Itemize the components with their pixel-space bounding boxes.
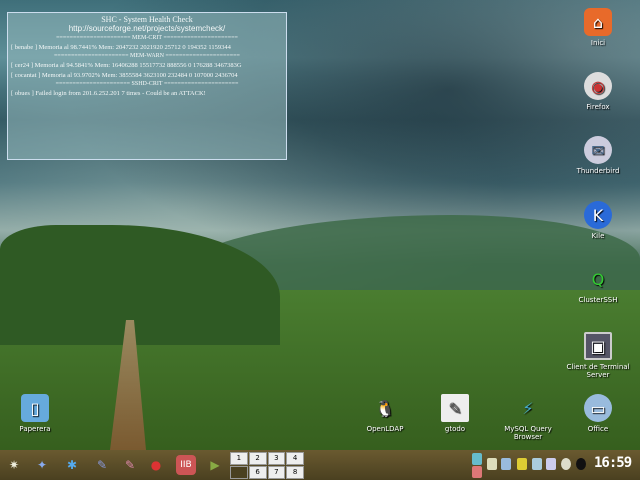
launcher-icon[interactable]: ✱ xyxy=(62,455,82,475)
launcher-icon[interactable]: ✦ xyxy=(32,455,52,475)
icon-label: Thunderbird xyxy=(576,167,620,175)
icon-label: gtodo xyxy=(444,425,466,433)
tray-icon[interactable] xyxy=(472,453,482,465)
launcher-icon[interactable]: IIB xyxy=(176,455,196,475)
tray-icon[interactable] xyxy=(501,458,511,470)
desktop-icon-clusterssh[interactable]: Q ClusterSSH xyxy=(563,265,633,305)
pager-desktop-3[interactable]: 3 xyxy=(267,452,286,465)
kmenu-icon[interactable]: ✷ xyxy=(4,455,24,475)
icon-label: Firefox xyxy=(586,103,610,111)
desktop-icon-office[interactable]: ▭ Office xyxy=(563,394,633,433)
desktop-icon-thunderbird[interactable]: ✉ Thunderbird xyxy=(563,136,633,175)
launcher-icon[interactable]: ▶ xyxy=(205,455,225,475)
tray-icon[interactable] xyxy=(546,458,556,470)
desktop-icon-paperera[interactable]: ▯ Paperera xyxy=(0,394,70,433)
mysql-icon: ⚡ xyxy=(522,398,534,418)
desktop-icon-inici[interactable]: ⌂ Inici xyxy=(563,8,633,47)
icon-label: OpenLDAP xyxy=(366,425,404,433)
desktop-icon-mysql-query-browser[interactable]: ⚡ MySQL Query Browser xyxy=(493,394,563,442)
pager-desktop-1[interactable]: 1 xyxy=(230,452,248,465)
log-row: [ benabe ] Memoria al 98.7441% Mem: 2047… xyxy=(11,43,231,51)
taskbar: ✷ ✦ ✱ ✎ ✎ ● IIB ▶ 16:59 xyxy=(0,450,640,480)
icon-label: Paperera xyxy=(19,425,51,433)
todo-icon: ✎ xyxy=(441,394,469,422)
pager-desktop-2[interactable]: 2 xyxy=(248,452,267,465)
section-header: ====================== MEM-CRIT ========… xyxy=(56,34,238,41)
penguin-icon: 🐧 xyxy=(375,398,395,418)
shc-title: SHC - System Health Check xyxy=(101,15,193,24)
tray-icon[interactable] xyxy=(532,458,542,470)
icon-label: ClusterSSH xyxy=(578,296,618,304)
desktop-icon-kile[interactable]: K Kile xyxy=(563,201,633,240)
pager-desktop-7[interactable]: 7 xyxy=(267,466,286,479)
desktop-icon-terminal-server[interactable]: ▣ Client de Terminal Server xyxy=(563,332,633,379)
log-row: [ cocantat ] Memoria al 93.9702% Mem: 38… xyxy=(11,71,238,79)
launcher-icon[interactable]: ● xyxy=(146,455,166,475)
tray-icon[interactable] xyxy=(517,458,527,470)
home-icon: ⌂ xyxy=(584,8,612,36)
pager-desktop-6[interactable]: 6 xyxy=(248,466,267,479)
shc-url[interactable]: http://sourceforge.net/projects/systemch… xyxy=(11,24,283,33)
tray-icon[interactable] xyxy=(472,466,482,478)
office-icon: ▭ xyxy=(584,394,612,422)
kile-icon: K xyxy=(584,201,612,229)
desktop-icon-gtodo[interactable]: ✎ gtodo xyxy=(420,394,490,433)
log-row: [ obues ] Failed login from 201.6.252.20… xyxy=(11,90,206,98)
pager-desktop-4[interactable]: 4 xyxy=(286,452,304,465)
tray-icon[interactable] xyxy=(487,458,497,470)
pager-desktop-8[interactable]: 8 xyxy=(286,466,304,479)
launcher-icon[interactable]: ✎ xyxy=(92,455,112,475)
section-header: ====================== MEM-WARN ========… xyxy=(54,53,240,60)
clock[interactable]: 16:59 xyxy=(594,455,632,471)
section-header: ====================== SSHD-CRIT =======… xyxy=(55,81,239,88)
desktop-icon-firefox[interactable]: ◉ Firefox xyxy=(563,72,633,111)
clusterssh-icon: Q xyxy=(591,269,605,289)
desktop-icon-openldap[interactable]: 🐧 OpenLDAP xyxy=(350,394,420,434)
pager-desktop-5-active[interactable] xyxy=(230,466,248,479)
launcher-icon[interactable]: ✎ xyxy=(120,455,140,475)
icon-label: Inici xyxy=(590,39,606,47)
thunderbird-icon: ✉ xyxy=(584,136,612,164)
firefox-icon: ◉ xyxy=(584,72,612,100)
log-row: [ cer24 ] Memoria al 94.5841% Mem: 16406… xyxy=(11,62,242,70)
icon-label: Kile xyxy=(591,232,605,240)
icon-label: MySQL Query Browser xyxy=(504,425,552,441)
desktop-pager: 1 2 3 4 6 7 8 xyxy=(230,452,304,479)
terminal-server-icon: ▣ xyxy=(584,332,612,360)
system-health-check-widget: SHC - System Health Check http://sourcef… xyxy=(7,12,287,160)
tray-icon[interactable] xyxy=(561,458,571,470)
bomb-icon[interactable] xyxy=(576,458,586,470)
icon-label: Client de Terminal Server xyxy=(566,363,630,379)
trash-icon: ▯ xyxy=(21,394,49,422)
icon-label: Office xyxy=(587,425,609,433)
